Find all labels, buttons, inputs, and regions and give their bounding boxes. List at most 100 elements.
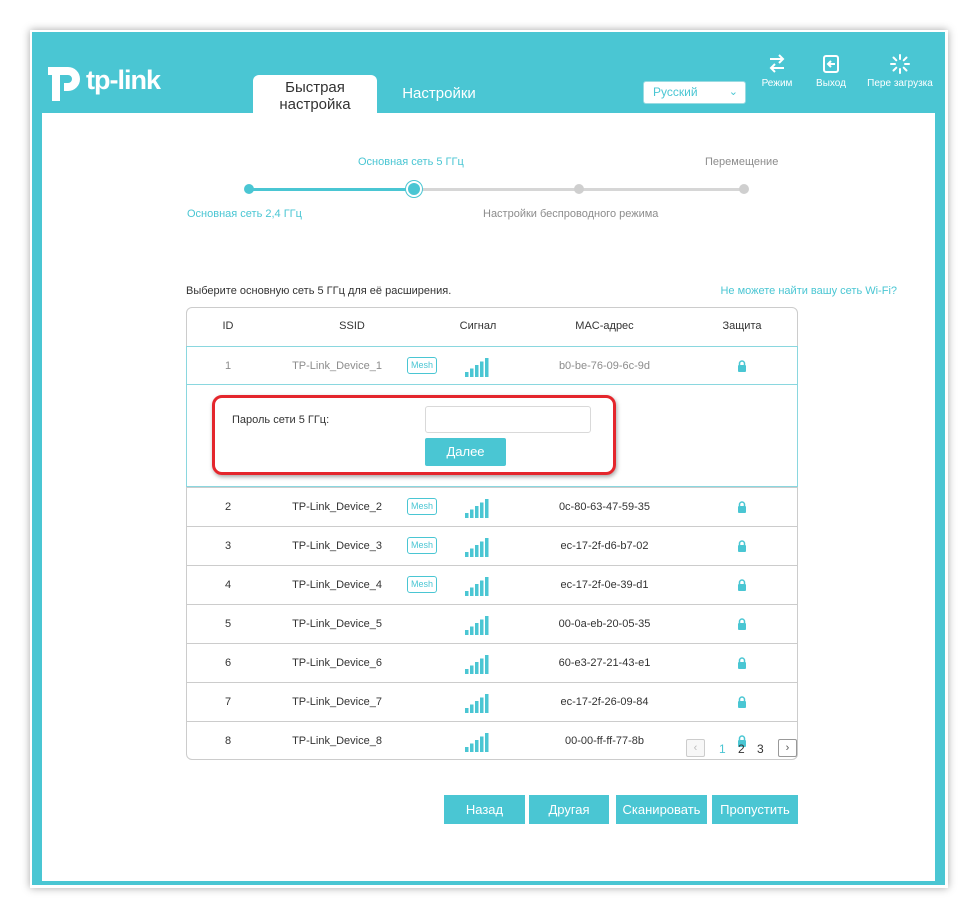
pagination-page-2[interactable]: 2 <box>738 742 745 756</box>
reboot-button[interactable]: Пере загрузка <box>865 54 935 89</box>
row-id: 4 <box>224 579 232 591</box>
back-button[interactable]: Назад <box>444 795 525 824</box>
row-mac: 00-0a-eb-20-05-35 <box>558 618 651 630</box>
scan-button[interactable]: Сканировать <box>616 795 707 824</box>
row-id: 8 <box>224 735 232 747</box>
tp-link-logo[interactable]: tp-link <box>42 57 161 103</box>
reboot-icon <box>865 54 935 76</box>
table-row[interactable]: 3 TP-Link_Device_3 Mesh ec-17-2f-d6-b7-02 <box>187 526 797 565</box>
row-id: 5 <box>224 618 232 630</box>
cant-find-network-link[interactable]: Не можете найти вашу сеть Wi-Fi? <box>720 285 897 297</box>
signal-strength-icon <box>463 732 493 752</box>
mode-switch-icon <box>747 54 807 76</box>
col-ssid: SSID <box>339 320 365 332</box>
row-mac: ec-17-2f-0e-39-d1 <box>560 579 649 591</box>
table-row[interactable]: 5 TP-Link_Device_5 00-0a-eb-20-05-35 <box>187 604 797 643</box>
row-ssid: TP-Link_Device_6 <box>292 657 382 669</box>
table-row[interactable]: 8 TP-Link_Device_8 00-00-ff-ff-77-8b <box>187 721 797 760</box>
tab-quick-setup[interactable]: Быстрая настройка <box>253 75 377 115</box>
main-content: Основная сеть 5 ГГц Перемещение Основная… <box>42 113 935 881</box>
signal-strength-icon <box>463 654 493 674</box>
mesh-badge: Mesh <box>407 357 437 374</box>
chevron-down-icon: ⌄ <box>728 86 738 98</box>
step-dot-24ghz <box>244 184 254 194</box>
row-mac: 00-00-ff-ff-77-8b <box>564 735 645 747</box>
signal-strength-icon <box>463 615 493 635</box>
row-id: 2 <box>224 501 232 513</box>
pagination-page-1[interactable]: 1 <box>719 742 726 756</box>
step-label-wireless: Настройки беспроводного режима <box>483 208 659 220</box>
lock-icon <box>717 618 767 632</box>
table-row[interactable]: 6 TP-Link_Device_6 60-e3-27-21-43-e1 <box>187 643 797 682</box>
lock-icon <box>717 696 767 710</box>
signal-strength-icon <box>463 693 493 713</box>
signal-strength-icon <box>463 576 493 596</box>
col-security: Защита <box>722 320 762 332</box>
pagination-prev-button[interactable]: ‹ <box>686 739 705 757</box>
row-id: 3 <box>224 540 232 552</box>
password-input[interactable] <box>425 406 591 433</box>
lock-icon <box>717 360 767 374</box>
row-ssid: TP-Link_Device_2 <box>292 501 382 513</box>
table-row[interactable]: 4 TP-Link_Device_4 Mesh ec-17-2f-0e-39-d1 <box>187 565 797 604</box>
logout-button[interactable]: Выход <box>801 54 861 89</box>
row-id: 1 <box>224 360 232 372</box>
step-dot-5ghz <box>408 183 420 195</box>
signal-strength-icon <box>463 537 493 557</box>
language-select[interactable]: Русский ⌄ <box>643 81 746 104</box>
logout-icon <box>801 54 861 76</box>
row-mac: ec-17-2f-26-09-84 <box>560 696 649 708</box>
table-row[interactable]: 2 TP-Link_Device_2 Mesh 0c-80-63-47-59-35 <box>187 487 797 526</box>
step-dot-wireless <box>574 184 584 194</box>
tab-settings[interactable]: Настройки <box>384 85 494 102</box>
col-id: ID <box>222 320 234 332</box>
table-header: ID SSID Сигнал MAC-адрес Защита <box>187 308 797 346</box>
router-app: tp-link Быстрая настройка Настройки Русс… <box>32 32 945 885</box>
lock-icon <box>717 501 767 515</box>
skip-button[interactable]: Пропустить <box>712 795 798 824</box>
row-ssid: TP-Link_Device_7 <box>292 696 382 708</box>
other-button[interactable]: Другая <box>529 795 609 824</box>
row-ssid: TP-Link_Device_1 <box>292 360 382 372</box>
row-mac: ec-17-2f-d6-b7-02 <box>560 540 649 552</box>
reboot-button-label: Пере загрузка <box>867 78 933 89</box>
password-panel: Пароль сети 5 ГГц: Далее <box>186 385 798 487</box>
next-button[interactable]: Далее <box>425 438 506 466</box>
pagination-next-button[interactable]: › <box>778 739 797 757</box>
step-label-roaming: Перемещение <box>705 156 779 168</box>
lock-icon <box>717 579 767 593</box>
mesh-badge: Mesh <box>407 537 437 554</box>
row-id: 6 <box>224 657 232 669</box>
select-network-prompt: Выберите основную сеть 5 ГГц для её расш… <box>186 285 452 297</box>
stepper-progress-line <box>249 188 414 191</box>
step-label-24ghz: Основная сеть 2,4 ГГц <box>187 208 302 220</box>
row-ssid: TP-Link_Device_8 <box>292 735 382 747</box>
row-ssid: TP-Link_Device_3 <box>292 540 382 552</box>
mesh-badge: Mesh <box>407 498 437 515</box>
mode-button-label: Режим <box>761 78 793 89</box>
password-label: Пароль сети 5 ГГц: <box>232 414 330 426</box>
row-mac: b0-be-76-09-6c-9d <box>558 360 651 372</box>
row-mac: 0c-80-63-47-59-35 <box>558 501 651 513</box>
network-table: ID SSID Сигнал MAC-адрес Защита 1 TP-Link… <box>186 307 798 760</box>
table-row[interactable]: 7 TP-Link_Device_7 ec-17-2f-26-09-84 <box>187 682 797 721</box>
row-mac: 60-e3-27-21-43-e1 <box>558 657 651 669</box>
step-dot-roaming <box>739 184 749 194</box>
signal-strength-icon <box>463 498 493 518</box>
col-mac: MAC-адрес <box>575 320 634 332</box>
lock-icon <box>717 657 767 671</box>
step-label-5ghz: Основная сеть 5 ГГц <box>358 156 464 168</box>
tp-link-logo-icon <box>48 67 80 101</box>
table-row[interactable]: 1 TP-Link_Device_1 Mesh b0-be-76-09-6c-9d <box>186 346 798 385</box>
row-ssid: TP-Link_Device_4 <box>292 579 382 591</box>
row-ssid: TP-Link_Device_5 <box>292 618 382 630</box>
signal-strength-icon <box>463 357 493 377</box>
col-signal: Сигнал <box>459 320 497 332</box>
mesh-badge: Mesh <box>407 576 437 593</box>
logout-button-label: Выход <box>816 78 846 89</box>
language-select-value: Русский <box>653 85 698 99</box>
row-id: 7 <box>224 696 232 708</box>
pagination-page-3[interactable]: 3 <box>757 742 764 756</box>
mode-button[interactable]: Режим <box>747 54 807 89</box>
logo-text: tp-link <box>86 64 161 95</box>
